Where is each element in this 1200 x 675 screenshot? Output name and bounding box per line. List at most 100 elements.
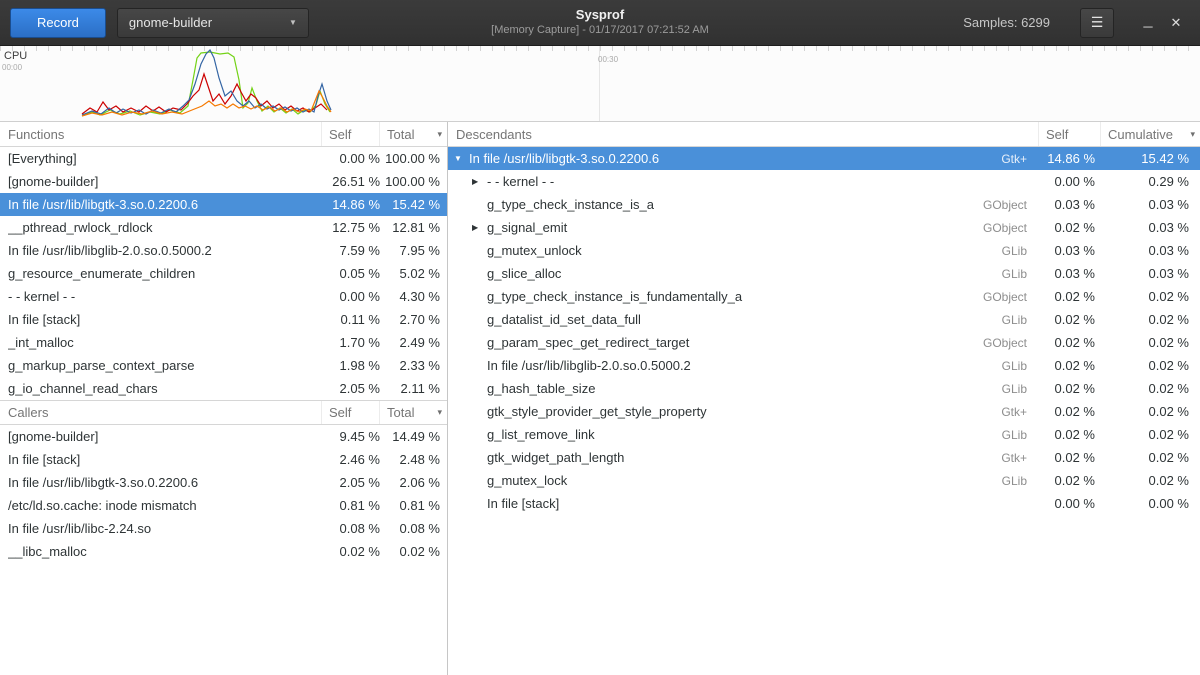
column-header-total[interactable]: Total ▾ xyxy=(379,122,447,146)
self-percent: 0.02 % xyxy=(1031,289,1095,304)
record-button[interactable]: Record xyxy=(10,8,106,38)
table-row[interactable]: g_markup_parse_context_parse1.98 %2.33 % xyxy=(0,354,447,377)
self-percent: 0.11 % xyxy=(322,312,380,327)
cpu-timeline[interactable]: CPU 00:00 00:30 xyxy=(0,46,1200,122)
table-row[interactable]: [gnome-builder]26.51 %100.00 % xyxy=(0,170,447,193)
cumulative-percent: 0.03 % xyxy=(1095,197,1191,212)
cpu-series-orange xyxy=(82,91,331,116)
table-row[interactable]: _int_malloc1.70 %2.49 % xyxy=(0,331,447,354)
total-percent: 15.42 % xyxy=(380,197,442,212)
table-row[interactable]: In file [stack]0.11 %2.70 % xyxy=(0,308,447,331)
cumulative-percent: 0.00 % xyxy=(1095,496,1191,511)
table-row[interactable]: __libc_malloc0.02 %0.02 % xyxy=(0,540,447,563)
self-percent: 0.03 % xyxy=(1031,243,1095,258)
table-row[interactable]: In file /usr/lib/libglib-2.0.so.0.5000.2… xyxy=(0,239,447,262)
column-header-self[interactable]: Self xyxy=(1038,122,1100,146)
self-percent: 0.02 % xyxy=(322,544,380,559)
cpu-series-red xyxy=(82,74,327,114)
tree-row[interactable]: ▶g_signal_emitGObject0.02 %0.03 % xyxy=(448,216,1200,239)
table-row[interactable]: In file [stack]2.46 %2.48 % xyxy=(0,448,447,471)
function-name: In file /usr/lib/libc-2.24.so xyxy=(8,521,322,536)
table-row[interactable]: In file /usr/lib/libgtk-3.so.0.2200.62.0… xyxy=(0,471,447,494)
function-name: - - kernel - - xyxy=(487,174,963,189)
table-row[interactable]: g_io_channel_read_chars2.05 %2.11 % xyxy=(0,377,447,400)
callers-rows: [gnome-builder]9.45 %14.49 %In file [sta… xyxy=(0,425,447,563)
self-percent: 2.05 % xyxy=(322,381,380,396)
tree-row[interactable]: ▼In file /usr/lib/libgtk-3.so.0.2200.6Gt… xyxy=(448,147,1200,170)
self-percent: 0.00 % xyxy=(322,289,380,304)
self-percent: 0.05 % xyxy=(322,266,380,281)
tree-row[interactable]: ▶- - kernel - -0.00 %0.29 % xyxy=(448,170,1200,193)
cumulative-percent: 0.02 % xyxy=(1095,335,1191,350)
cumulative-percent: 0.02 % xyxy=(1095,427,1191,442)
functions-table-header: Functions Self Total ▾ xyxy=(0,122,447,147)
column-header-descendants[interactable]: Descendants xyxy=(448,127,1038,142)
column-header-total-label: Total xyxy=(387,405,414,420)
function-name: In file /usr/lib/libglib-2.0.so.0.5000.2 xyxy=(487,358,963,373)
expander-icon[interactable]: ▶ xyxy=(472,177,487,186)
descendants-table-header: Descendants Self Cumulative ▾ xyxy=(448,122,1200,147)
cumulative-percent: 0.02 % xyxy=(1095,381,1191,396)
column-header-self[interactable]: Self xyxy=(321,401,379,424)
function-name: gtk_widget_path_length xyxy=(487,450,963,465)
self-percent: 9.45 % xyxy=(322,429,380,444)
close-icon: ✕ xyxy=(1171,15,1182,30)
column-header-total[interactable]: Total ▾ xyxy=(379,401,447,424)
category-label: GObject xyxy=(963,221,1027,235)
right-panel: Descendants Self Cumulative ▾ ▼In file /… xyxy=(448,122,1200,675)
column-header-callers[interactable]: Callers xyxy=(0,405,321,420)
tree-row[interactable]: g_slice_allocGLib0.03 %0.03 % xyxy=(448,262,1200,285)
function-name: g_signal_emit xyxy=(487,220,963,235)
tree-row[interactable]: gtk_widget_path_lengthGtk+0.02 %0.02 % xyxy=(448,446,1200,469)
self-percent: 0.02 % xyxy=(1031,335,1095,350)
column-header-functions[interactable]: Functions xyxy=(0,127,321,142)
table-row[interactable]: __pthread_rwlock_rdlock12.75 %12.81 % xyxy=(0,216,447,239)
self-percent: 14.86 % xyxy=(1031,151,1095,166)
expander-icon[interactable]: ▼ xyxy=(454,154,469,163)
column-header-total-label: Total xyxy=(387,127,414,142)
total-percent: 7.95 % xyxy=(380,243,442,258)
tree-row[interactable]: g_list_remove_linkGLib0.02 %0.02 % xyxy=(448,423,1200,446)
function-name: [Everything] xyxy=(8,151,322,166)
column-header-cumulative-label: Cumulative xyxy=(1108,127,1173,142)
functions-rows: [Everything]0.00 %100.00 %[gnome-builder… xyxy=(0,147,447,400)
tree-row[interactable]: In file [stack]0.00 %0.00 % xyxy=(448,492,1200,515)
tree-row[interactable]: g_type_check_instance_is_fundamentally_a… xyxy=(448,285,1200,308)
self-percent: 2.46 % xyxy=(322,452,380,467)
function-name: g_resource_enumerate_children xyxy=(8,266,322,281)
table-row[interactable]: In file /usr/lib/libgtk-3.so.0.2200.614.… xyxy=(0,193,447,216)
tree-row[interactable]: g_mutex_lockGLib0.02 %0.02 % xyxy=(448,469,1200,492)
samples-count: Samples: 6299 xyxy=(963,15,1050,30)
category-label: Gtk+ xyxy=(963,405,1027,419)
tree-row[interactable]: gtk_style_provider_get_style_propertyGtk… xyxy=(448,400,1200,423)
callers-table-header: Callers Self Total ▾ xyxy=(0,400,447,425)
close-button[interactable]: ✕ xyxy=(1162,8,1190,38)
tree-row[interactable]: g_type_check_instance_is_aGObject0.03 %0… xyxy=(448,193,1200,216)
tree-row[interactable]: g_hash_table_sizeGLib0.02 %0.02 % xyxy=(448,377,1200,400)
table-row[interactable]: g_resource_enumerate_children0.05 %5.02 … xyxy=(0,262,447,285)
table-row[interactable]: [gnome-builder]9.45 %14.49 % xyxy=(0,425,447,448)
function-name: gtk_style_provider_get_style_property xyxy=(487,404,963,419)
table-row[interactable]: In file /usr/lib/libc-2.24.so0.08 %0.08 … xyxy=(0,517,447,540)
menu-button[interactable]: ☰ xyxy=(1080,8,1114,38)
column-header-self[interactable]: Self xyxy=(321,122,379,146)
expander-icon[interactable]: ▶ xyxy=(472,223,487,232)
table-row[interactable]: /etc/ld.so.cache: inode mismatch0.81 %0.… xyxy=(0,494,447,517)
tree-row[interactable]: g_datalist_id_set_data_fullGLib0.02 %0.0… xyxy=(448,308,1200,331)
process-selector-dropdown[interactable]: gnome-builder ▼ xyxy=(117,8,309,38)
minimize-button[interactable]: ─ xyxy=(1134,8,1162,38)
self-percent: 14.86 % xyxy=(322,197,380,212)
tree-row[interactable]: g_param_spec_get_redirect_targetGObject0… xyxy=(448,331,1200,354)
self-percent: 0.02 % xyxy=(1031,404,1095,419)
category-label: GLib xyxy=(963,244,1027,258)
column-header-cumulative[interactable]: Cumulative ▾ xyxy=(1100,122,1200,146)
table-row[interactable]: [Everything]0.00 %100.00 % xyxy=(0,147,447,170)
category-label: GLib xyxy=(963,428,1027,442)
table-row[interactable]: - - kernel - -0.00 %4.30 % xyxy=(0,285,447,308)
self-percent: 0.02 % xyxy=(1031,450,1095,465)
tree-row[interactable]: In file /usr/lib/libglib-2.0.so.0.5000.2… xyxy=(448,354,1200,377)
tree-row[interactable]: g_mutex_unlockGLib0.03 %0.03 % xyxy=(448,239,1200,262)
total-percent: 2.70 % xyxy=(380,312,442,327)
category-label: GObject xyxy=(963,198,1027,212)
function-name: _int_malloc xyxy=(8,335,322,350)
